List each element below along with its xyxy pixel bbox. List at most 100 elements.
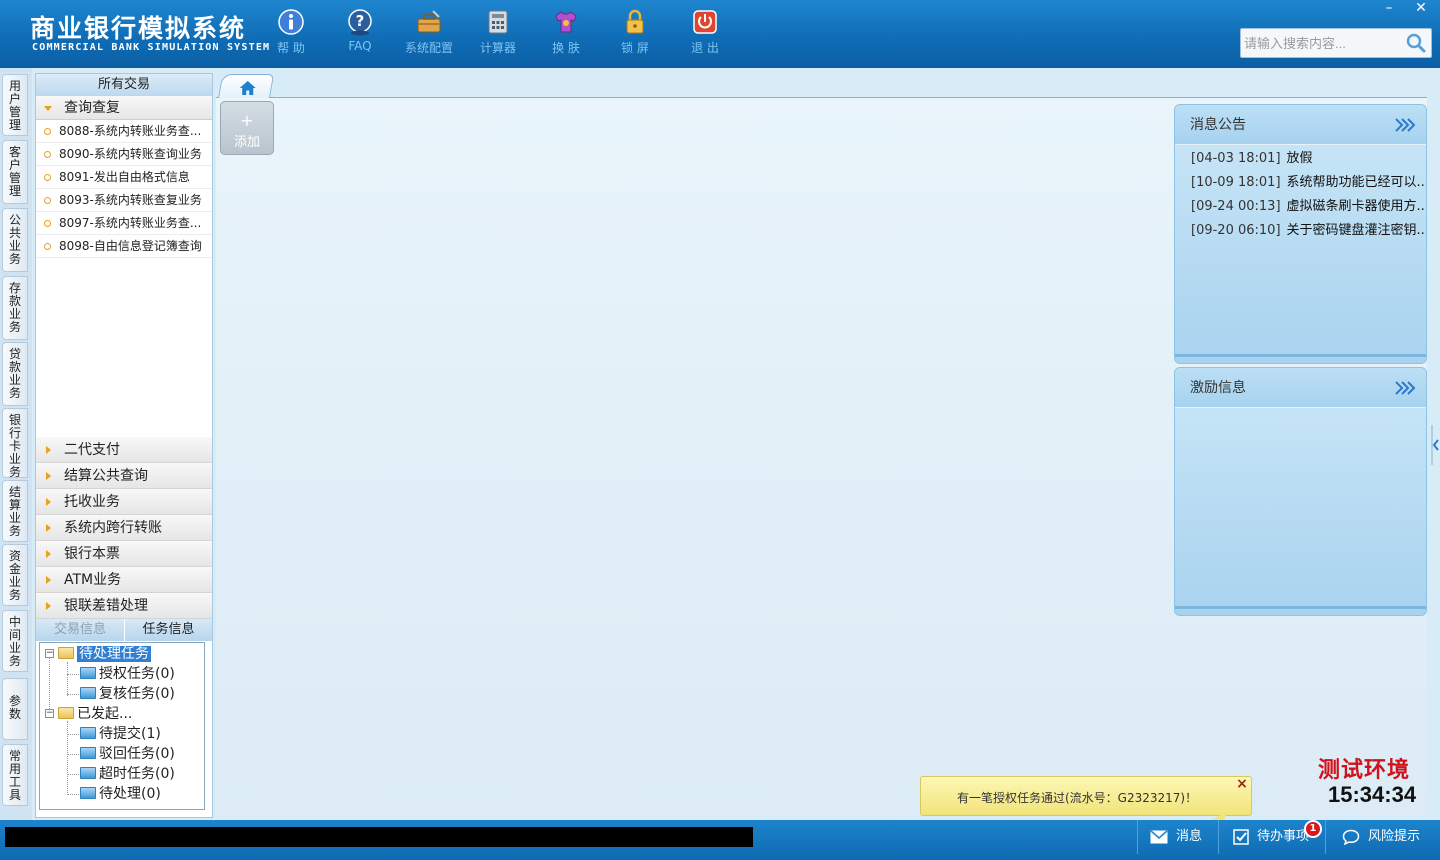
vtab-deposit-business[interactable]: 存款业务 <box>2 276 28 340</box>
group-query-reply[interactable]: 查询查复 <box>36 96 212 120</box>
all-transactions-header[interactable]: 所有交易 <box>36 74 212 96</box>
vtab-label: 存款业务 <box>8 281 21 334</box>
calculator-button[interactable]: 计算器 <box>467 8 529 60</box>
notice-item[interactable]: [09-20 06:10] 关于密码键盘灌注密钥... <box>1175 219 1426 243</box>
group-interbank-transfer[interactable]: 系统内跨行转账 <box>36 515 212 541</box>
group-settlement-query[interactable]: 结算公共查询 <box>36 463 212 489</box>
faq-button[interactable]: ? FAQ <box>329 8 391 60</box>
notice-item[interactable]: [09-24 00:13] 虚拟磁条刷卡器使用方... <box>1175 195 1426 219</box>
group-label: 查询查复 <box>64 100 120 116</box>
notice-date: [10-09 18:01] <box>1191 175 1281 190</box>
calculator-label: 计算器 <box>479 41 516 55</box>
checkbox-icon <box>1233 829 1249 845</box>
transaction-label: 8098-自由信息登记簿查询 <box>59 239 202 253</box>
tree-node-pending[interactable]: 待处理任务 <box>58 644 151 664</box>
exit-label: 退 出 <box>691 41 719 55</box>
notice-item[interactable]: [10-09 18:01] 系统帮助功能已经可以... <box>1175 171 1426 195</box>
tab-transaction-info[interactable]: 交易信息 <box>36 619 124 641</box>
transaction-item[interactable]: 8091-发出自由格式信息 <box>36 166 212 189</box>
system-config-button[interactable]: 系统配置 <box>398 8 460 60</box>
collapse-toggle[interactable]: − <box>45 649 54 658</box>
messages-button[interactable]: 消息 <box>1137 820 1217 854</box>
notice-date: [09-20 06:10] <box>1191 223 1281 238</box>
lock-screen-button[interactable]: 锁 屏 <box>604 8 666 60</box>
folder-open-icon <box>58 647 74 659</box>
group-unionpay-error[interactable]: 银联差错处理 <box>36 593 212 619</box>
plus-icon: + <box>240 111 254 130</box>
tree-node-label: 待处理(0) <box>99 786 161 802</box>
main-tab-strip <box>216 72 1427 99</box>
notice-item[interactable]: [04-03 18:01] 放假 <box>1175 147 1426 171</box>
minimize-button[interactable]: – <box>1374 0 1404 18</box>
faq-label: FAQ <box>348 39 372 53</box>
vtab-label: 资金业务 <box>8 549 21 602</box>
tree-node-to-process[interactable]: 待处理(0) <box>80 784 161 804</box>
tree-node-review[interactable]: 复核任务(0) <box>80 684 175 704</box>
tree-node-label: 驳回任务(0) <box>99 746 175 762</box>
exit-button[interactable]: 退 出 <box>674 8 736 60</box>
tab-task-info[interactable]: 任务信息 <box>124 619 212 641</box>
help-button[interactable]: 帮 助 <box>260 8 322 60</box>
tree-node-timeout[interactable]: 超时任务(0) <box>80 764 175 784</box>
vtab-label: 中间业务 <box>8 615 21 668</box>
vtab-settlement-business[interactable]: 结算业务 <box>2 480 28 542</box>
vtab-customer-management[interactable]: 客户管理 <box>2 140 28 204</box>
search-icon[interactable] <box>1405 32 1427 54</box>
notification-toast: 有一笔授权任务通过(流水号：G2323217)！ × <box>920 776 1252 816</box>
envelope-icon <box>1150 830 1168 844</box>
close-window-button[interactable]: ✕ <box>1406 0 1436 18</box>
risk-alert-button[interactable]: 风险提示 <box>1325 820 1440 854</box>
notice-card: 消息公告 [04-03 18:01] 放假 [10-09 18:01] 系统帮助功能… <box>1174 104 1427 364</box>
double-chevron-right-icon[interactable] <box>1394 116 1418 134</box>
environment-label: 测试环境 <box>1318 757 1411 783</box>
help-label: 帮 助 <box>277 41 305 55</box>
vtab-common-tools[interactable]: 常用工具 <box>2 744 28 806</box>
group-second-gen-payment[interactable]: 二代支付 <box>36 437 212 463</box>
caret-right-icon <box>46 550 51 558</box>
transaction-label: 8090-系统内转账查询业务 <box>59 147 202 161</box>
tree-node-rejected[interactable]: 驳回任务(0) <box>80 744 175 764</box>
group-label: 银行本票 <box>64 546 120 562</box>
transaction-item[interactable]: 8090-系统内转账查询业务 <box>36 143 212 166</box>
tree-node-authorize[interactable]: 授权任务(0) <box>80 664 175 684</box>
vtab-bank-card-business[interactable]: 银行卡业务 <box>2 408 28 479</box>
group-atm[interactable]: ATM业务 <box>36 567 212 593</box>
collapse-panel-icon[interactable] <box>1430 420 1440 470</box>
todo-count-badge: 1 <box>1304 820 1322 838</box>
search-input[interactable] <box>1244 33 1404 53</box>
group-label: ATM业务 <box>64 572 122 588</box>
vtab-user-management[interactable]: 用户管理 <box>2 74 28 136</box>
vtab-parameters[interactable]: 参数 <box>2 678 28 740</box>
vtab-loan-business[interactable]: 贷款业务 <box>2 342 28 406</box>
tab-home[interactable] <box>217 74 275 99</box>
group-cashier-cheque[interactable]: 银行本票 <box>36 541 212 567</box>
tree-node-label: 已发起... <box>77 706 133 722</box>
tree-node-label: 待提交(1) <box>99 726 161 742</box>
transaction-item[interactable]: 8088-系统内转账业务查... <box>36 120 212 143</box>
folder-icon <box>80 667 96 679</box>
vtab-label: 常用工具 <box>8 749 21 802</box>
double-chevron-right-icon[interactable] <box>1394 379 1418 397</box>
vtab-fund-business[interactable]: 资金业务 <box>2 544 28 606</box>
tree-node-to-submit[interactable]: 待提交(1) <box>80 724 161 744</box>
bullet-icon <box>44 128 51 135</box>
vtab-public-business[interactable]: 公共业务 <box>2 208 28 272</box>
caret-right-icon <box>46 498 51 506</box>
bullet-icon <box>44 151 51 158</box>
question-icon: ? <box>348 9 372 36</box>
transaction-groups: 二代支付 结算公共查询 托收业务 系统内跨行转账 银行本票 ATM业务 银联差错… <box>36 437 212 619</box>
transaction-item[interactable]: 8097-系统内转账业务查... <box>36 212 212 235</box>
transaction-item[interactable]: 8098-自由信息登记簿查询 <box>36 235 212 258</box>
notice-text: 虚拟磁条刷卡器使用方... <box>1286 199 1426 214</box>
group-collection[interactable]: 托收业务 <box>36 489 212 515</box>
change-skin-label: 换 肤 <box>552 41 580 55</box>
tree-node-initiated[interactable]: 已发起... <box>58 704 132 724</box>
change-skin-button[interactable]: 换 肤 <box>535 8 597 60</box>
toast-close-icon[interactable]: × <box>1235 777 1249 792</box>
vtab-intermediary-business[interactable]: 中间业务 <box>2 610 28 672</box>
caret-right-icon <box>46 602 51 610</box>
transaction-item[interactable]: 8093-系统内转账查复业务 <box>36 189 212 212</box>
collapse-toggle[interactable]: − <box>45 709 54 718</box>
caret-right-icon <box>46 472 51 480</box>
add-shortcut-button[interactable]: + 添加 <box>220 101 274 155</box>
